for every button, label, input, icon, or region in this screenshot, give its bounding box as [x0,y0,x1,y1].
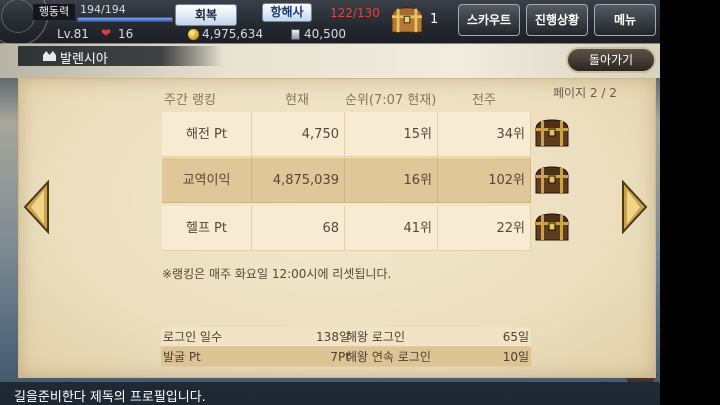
header-rank: 순위(7:07 현재) [345,93,437,108]
action-points-label: 행동력 [33,4,75,20]
table-row: 해전 Pt 4,750 15위 34위 [162,112,531,157]
gold-amount: 4,975,634 [202,27,264,41]
gem-amount: 40,500 [304,27,346,41]
stat-label: 해왕 로그인 [346,330,406,344]
previous-page-arrow-icon[interactable] [23,179,50,235]
menu-button[interactable]: 메뉴 [594,4,656,36]
header-last-week: 전주 [472,93,496,108]
stats-table: 로그인 일수 138일 해왕 로그인 65일 발굴 Pt 7Pt 해왕 연속 로… [161,327,531,367]
game-screen: 행동력 194/194 회복 항해사 122/130 1 스카우트 진행상황 메… [0,0,720,405]
stat-label: 로그인 일수 [163,330,223,344]
header-current: 현재 [285,93,309,108]
ranking-table: 해전 Pt 4,750 15위 34위 교역이익 4,875,039 16위 1… [162,112,531,252]
coin-icon [188,29,199,40]
page-indicator: 페이지 2 / 2 [553,86,617,100]
table-row: 발굴 Pt 7Pt 해왕 연속 로그인 10일 [161,347,531,367]
table-row: 교역이익 4,875,039 16위 102위 [162,158,531,203]
device-nav-area [660,0,720,405]
table-row: 로그인 일수 138일 해왕 로그인 65일 [161,327,531,347]
header-weekly-ranking: 주간 랭킹 [164,93,216,108]
navigator-count: 122/130 [330,6,380,20]
recover-button[interactable]: 회복 [175,4,237,26]
ranking-name: 교역이익 [162,158,252,203]
table-row: 헬프 Pt 68 41위 22위 [162,206,531,251]
gem-icon [291,29,300,40]
ranking-last-week: 34위 [438,112,531,157]
action-points-bar [77,17,173,22]
scout-button[interactable]: 스카우트 [458,4,520,36]
reward-chest-icon[interactable] [533,117,571,149]
location-name: 발렌시아 [60,52,108,67]
ranking-last-week: 102위 [438,158,531,203]
chest-count: 1 [430,12,439,27]
stat-value: 10일 [502,350,529,364]
ranking-current: 4,750 [252,112,345,157]
reward-chest-icon[interactable] [533,211,571,243]
ranking-last-week: 22위 [438,206,531,251]
back-button[interactable]: 돌아가기 [566,47,656,73]
ranking-current: 4,875,039 [252,158,345,203]
stat-label: 발굴 Pt [163,350,201,364]
footer-message: 길을준비한다 제독의 프로필입니다. [14,390,206,405]
ranking-name: 헬프 Pt [162,206,252,251]
progress-button[interactable]: 진행상황 [526,4,588,36]
stat-value: 138일 [316,330,350,344]
stat-value: 65일 [502,330,529,344]
next-page-arrow-icon[interactable] [621,179,648,235]
heart-icon: ❤ [101,26,112,40]
action-points-fill [78,18,172,21]
player-level: Lv.81 [57,27,89,41]
top-status-bar: 행동력 194/194 회복 항해사 122/130 1 스카우트 진행상황 메… [0,0,660,46]
hearts-count: 16 [118,27,134,41]
action-points-value: 194/194 [80,3,126,16]
ranking-rank: 15위 [345,112,438,157]
treasure-chest-icon[interactable] [389,5,425,35]
stat-label: 해왕 연속 로그인 [346,350,431,364]
ranking-current: 68 [252,206,345,251]
reward-chest-icon[interactable] [533,164,571,196]
ranking-name: 해전 Pt [162,112,252,157]
reset-note: ※랭킹은 매주 화요일 12:00시에 리셋됩니다. [162,267,392,281]
navigator-button[interactable]: 항해사 [262,3,312,22]
ranking-rank: 41위 [345,206,438,251]
ranking-rank: 16위 [345,158,438,203]
